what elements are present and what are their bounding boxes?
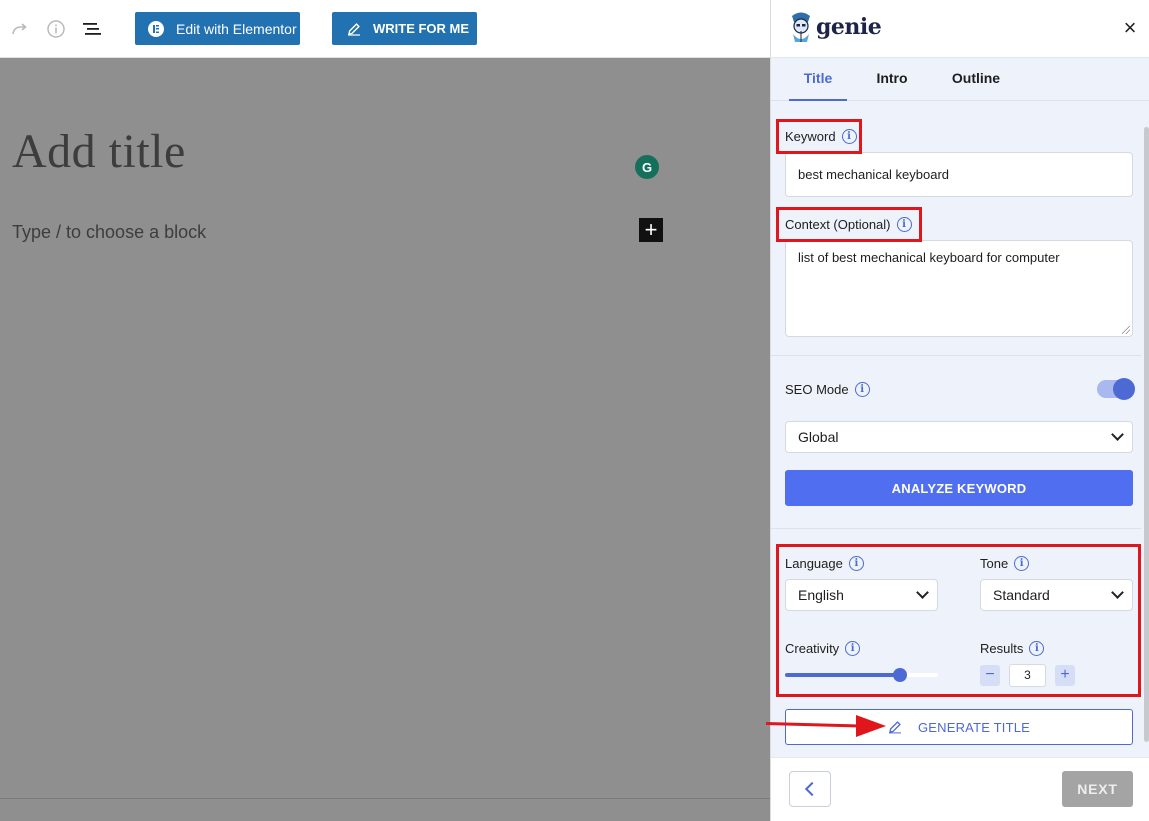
info-icon[interactable]: i (848, 556, 864, 571)
pencil-icon (888, 721, 901, 734)
keyword-label-text: Keyword (785, 129, 836, 144)
tone-label-text: Tone (980, 556, 1009, 571)
tone-label: Tone i (980, 556, 1030, 571)
elementor-logo-icon (148, 20, 164, 37)
chevron-down-icon (1111, 428, 1124, 441)
next-label: NEXT (1077, 781, 1118, 797)
grammarly-icon[interactable]: G (635, 155, 659, 179)
post-title-input[interactable]: Add title (12, 124, 186, 179)
chevron-down-icon (1111, 586, 1124, 599)
genie-panel: genie × Title Intro Outline Keyword i be… (770, 0, 1149, 821)
generate-title-label: GENERATE TITLE (917, 719, 1031, 735)
list-view-icon[interactable] (80, 17, 104, 41)
results-label-text: Results (980, 641, 1024, 656)
close-icon[interactable]: × (1118, 16, 1142, 40)
editor-toolbar: Edit with Elementor WRITE FOR ME (0, 0, 770, 58)
editor-canvas: Add title G Type / to choose a block + (0, 58, 770, 821)
language-select[interactable]: English (785, 579, 938, 611)
edit-with-elementor-label: Edit with Elementor (176, 20, 297, 37)
tone-value: Standard (993, 587, 1050, 603)
seo-region-value: Global (798, 429, 839, 445)
info-icon[interactable]: i (841, 129, 857, 144)
analyze-keyword-label: ANALYZE KEYWORD (891, 480, 1027, 496)
edit-with-elementor-button[interactable]: Edit with Elementor (135, 12, 300, 45)
context-label-text: Context (Optional) (785, 217, 891, 232)
language-value: English (798, 587, 844, 603)
slider-thumb[interactable] (893, 668, 907, 682)
redo-icon[interactable] (8, 17, 32, 41)
keyword-input[interactable]: best mechanical keyboard (785, 152, 1133, 197)
creativity-slider[interactable] (785, 668, 938, 682)
panel-header: genie × (771, 0, 1149, 58)
write-for-me-button[interactable]: WRITE FOR ME (332, 12, 477, 45)
panel-footer: NEXT (771, 757, 1149, 821)
panel-tabs: Title Intro Outline (771, 58, 1149, 101)
seo-region-select[interactable]: Global (785, 421, 1133, 453)
genie-mascot-icon (792, 12, 810, 42)
seo-mode-toggle[interactable] (1097, 378, 1135, 400)
creativity-label: Creativity i (785, 641, 861, 656)
info-icon[interactable]: i (845, 641, 861, 656)
panel-scrollbar[interactable] (1144, 127, 1149, 742)
slider-fill (785, 673, 900, 677)
info-icon[interactable]: i (1014, 556, 1030, 571)
tab-outline[interactable]: Outline (945, 58, 1007, 101)
back-button[interactable] (789, 771, 831, 807)
tab-title[interactable]: Title (789, 58, 847, 101)
info-icon[interactable] (44, 17, 68, 41)
creativity-label-text: Creativity (785, 641, 840, 656)
genie-logo: genie (788, 10, 882, 44)
block-placeholder[interactable]: Type / to choose a block (12, 222, 206, 243)
language-label-text: Language (785, 556, 843, 571)
context-textarea[interactable]: list of best mechanical keyboard for com… (785, 240, 1133, 337)
seo-mode-label-text: SEO Mode (785, 382, 849, 397)
results-increment-button[interactable]: + (1055, 665, 1075, 686)
tab-intro[interactable]: Intro (865, 58, 919, 101)
next-button[interactable]: NEXT (1062, 771, 1133, 807)
annotation-arrow-icon (766, 715, 886, 737)
editor-divider (0, 798, 770, 799)
resize-handle-icon[interactable] (1122, 326, 1130, 334)
section-divider (771, 355, 1141, 356)
keyword-label: Keyword i (785, 129, 857, 144)
info-icon[interactable]: i (854, 382, 870, 397)
info-icon[interactable]: i (1029, 641, 1045, 656)
context-value: list of best mechanical keyboard for com… (798, 250, 1060, 265)
add-block-button[interactable]: + (639, 218, 663, 242)
chevron-left-icon (804, 781, 820, 797)
chevron-down-icon (916, 586, 929, 599)
keyword-value: best mechanical keyboard (798, 167, 950, 182)
results-label: Results i (980, 641, 1045, 656)
language-label: Language i (785, 556, 864, 571)
results-decrement-button[interactable]: − (980, 665, 1000, 686)
context-label: Context (Optional) i (785, 217, 912, 232)
tone-select[interactable]: Standard (980, 579, 1133, 611)
seo-mode-label: SEO Mode i (785, 382, 870, 397)
info-icon[interactable]: i (896, 217, 912, 232)
write-for-me-label: WRITE FOR ME (373, 21, 470, 36)
results-value[interactable]: 3 (1009, 664, 1046, 687)
analyze-keyword-button[interactable]: ANALYZE KEYWORD (785, 470, 1133, 506)
brand-name: genie (816, 14, 882, 40)
pencil-icon (348, 22, 360, 36)
section-divider (771, 528, 1141, 529)
